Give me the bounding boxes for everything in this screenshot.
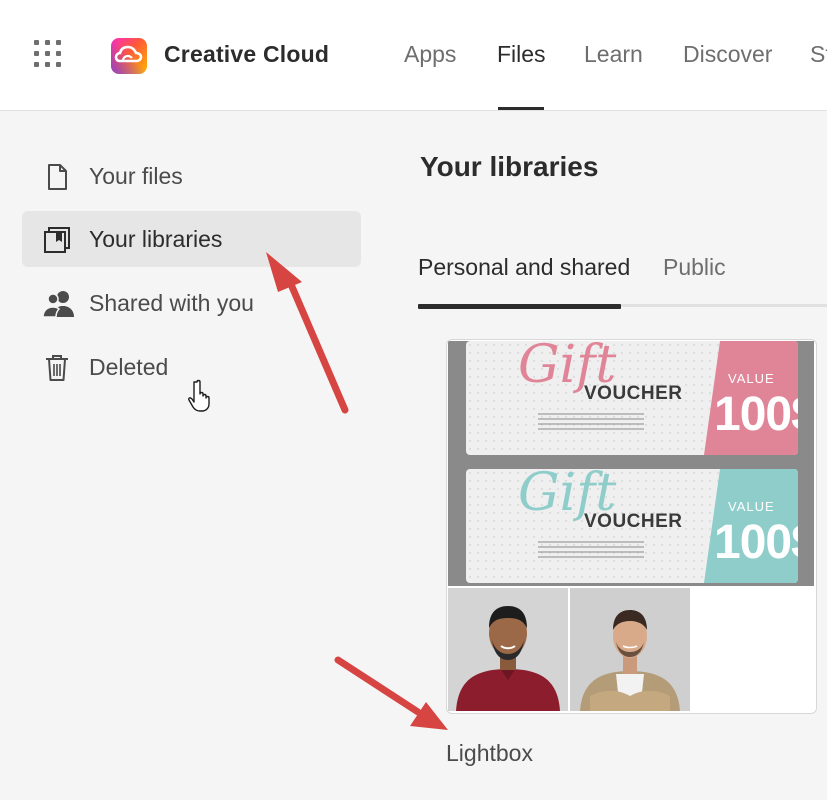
page-title: Your libraries — [420, 151, 599, 182]
sidebar-item-your-files[interactable]: Your files — [22, 148, 361, 204]
gift-voucher-image: Gift VOUCHER VALUE 100$ — [466, 341, 798, 455]
sidebar-item-label: Your libraries — [89, 226, 223, 252]
libraries-icon — [44, 227, 70, 253]
sidebar-item-label: Shared with you — [89, 290, 254, 316]
sidebar-item-label: Your files — [89, 163, 183, 189]
nav-apps[interactable]: Apps — [404, 41, 456, 68]
nav-active-indicator — [498, 107, 544, 110]
hand-cursor-icon — [188, 379, 210, 412]
gift-voucher-image: Gift VOUCHER VALUE 100$ — [466, 469, 798, 583]
nav-files[interactable]: Files — [497, 41, 546, 68]
portrait-photo — [448, 588, 568, 711]
app-title: Creative Cloud — [164, 41, 330, 67]
library-thumbnail: Gift VOUCHER VALUE 100$ Gift VOUCHER VAL… — [448, 341, 814, 586]
app-switcher-grid-icon[interactable] — [34, 40, 62, 68]
nav-discover[interactable]: Discover — [683, 41, 772, 68]
people-icon — [42, 291, 74, 318]
file-icon — [48, 164, 67, 190]
library-name: Lightbox — [446, 740, 533, 766]
nav-learn[interactable]: Learn — [584, 41, 643, 68]
creative-cloud-logo[interactable] — [111, 38, 147, 74]
tab-public[interactable]: Public — [663, 254, 726, 281]
tab-active-indicator — [418, 304, 621, 309]
tab-personal-and-shared[interactable]: Personal and shared — [418, 254, 630, 281]
sidebar-item-your-libraries[interactable]: Your libraries — [22, 211, 361, 267]
library-card[interactable]: Gift VOUCHER VALUE 100$ Gift VOUCHER VAL… — [446, 339, 817, 714]
empty-thumbnail-slot — [692, 588, 812, 711]
portrait-photo — [570, 588, 690, 711]
sidebar-item-shared-with-you[interactable]: Shared with you — [22, 275, 361, 331]
annotation-arrow-icon — [334, 656, 448, 730]
top-header: Creative Cloud Apps Files Learn Discover… — [0, 0, 827, 111]
sidebar-item-label: Deleted — [89, 354, 169, 380]
nav-stock[interactable]: St — [810, 41, 827, 68]
trash-icon — [46, 355, 68, 381]
